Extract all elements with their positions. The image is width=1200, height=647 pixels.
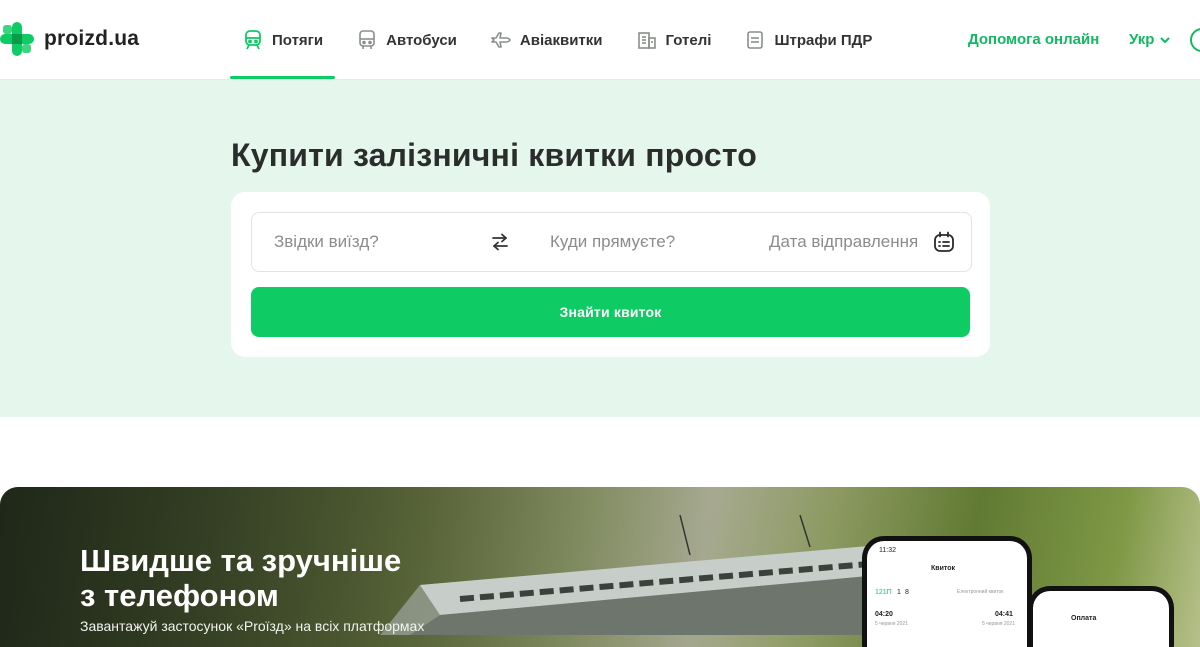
phone-time: 11:32 [879,547,896,554]
swap-icon[interactable] [490,232,510,252]
hero-section: Купити залізничні квитки просто Звідки в… [0,80,1200,417]
to-input[interactable]: Куди прямуєте? [550,213,750,271]
promo-title-line1: Швидше та зручніше [80,543,402,578]
phone-screen-title: Квиток [931,565,955,572]
nav-item-traffic-fines[interactable]: Штрафи ПДР [732,0,884,80]
date-input[interactable]: Дата відправлення [769,213,939,271]
document-icon [744,29,766,51]
phone-arrival-time: 04:41 [995,611,1013,618]
logo[interactable]: proizd.ua [0,22,139,56]
plane-icon [490,29,512,51]
phone-departure-date: 5 червня 2021 [875,621,908,627]
search-fields-row: Звідки виїзд? Куди прямуєте? Дата відпра… [251,212,972,272]
train-icon [242,29,264,51]
help-online-link[interactable]: Допомога онлайн [968,31,1099,48]
phone-screen: Оплата [1033,591,1169,647]
site-header: proizd.ua Потяги Автобуси Авіаквитки Гот… [0,0,1200,80]
phone-ticket-type: Електронний квиток [957,589,1004,595]
logo-text: proizd.ua [44,27,140,50]
main-nav: Потяги Автобуси Авіаквитки Готелі Штрафи… [230,0,893,80]
logo-icon [0,22,34,56]
app-promo-banner: Швидше та зручніше з телефоном Завантажу… [0,487,1200,647]
hotel-icon [636,29,658,51]
phone-seat-number: 8 [905,589,909,596]
promo-subtitle: Завантажуй застосунок «Proїзд» на всіх п… [80,618,425,634]
from-input[interactable]: Звідки виїзд? [274,213,474,271]
phone-mockup-payment: Оплата [1028,586,1174,647]
phone-screen-title: Оплата [1071,615,1097,622]
nav-item-hotels[interactable]: Готелі [624,0,724,80]
promo-title-line2: з телефоном [80,578,279,613]
user-icon[interactable] [1190,28,1200,52]
nav-item-label: Авіаквитки [519,31,603,49]
find-ticket-button[interactable]: Знайти квиток [251,287,970,337]
nav-item-trains[interactable]: Потяги [230,0,336,80]
nav-item-label: Автобуси [386,31,457,49]
nav-item-buses[interactable]: Автобуси [344,0,469,80]
phone-arrival-date: 5 червня 2021 [982,621,1015,627]
chevron-down-icon [1160,36,1171,43]
nav-item-label: Штрафи ПДР [774,31,873,49]
phone-screen: 11:32 Квиток 121П 1 8 Електронний квиток… [867,541,1027,647]
bus-icon [356,29,378,51]
nav-item-label: Потяги [272,31,324,49]
language-selector[interactable]: Укр [1129,31,1171,48]
promo-title: Швидше та зручніше з телефоном [80,543,480,613]
nav-item-flights[interactable]: Авіаквитки [478,0,615,80]
phone-mockup-ticket: 11:32 Квиток 121П 1 8 Електронний квиток… [862,536,1032,647]
phone-departure-time: 04:20 [875,611,893,618]
phone-train-number: 121П [875,589,892,596]
nav-item-label: Готелі [665,31,712,49]
page-title: Купити залізничні квитки просто [231,137,758,173]
search-card: Звідки виїзд? Куди прямуєте? Дата відпра… [231,192,990,357]
phone-car-number: 1 [897,589,901,596]
language-label: Укр [1129,31,1155,48]
calendar-icon[interactable] [932,230,956,254]
